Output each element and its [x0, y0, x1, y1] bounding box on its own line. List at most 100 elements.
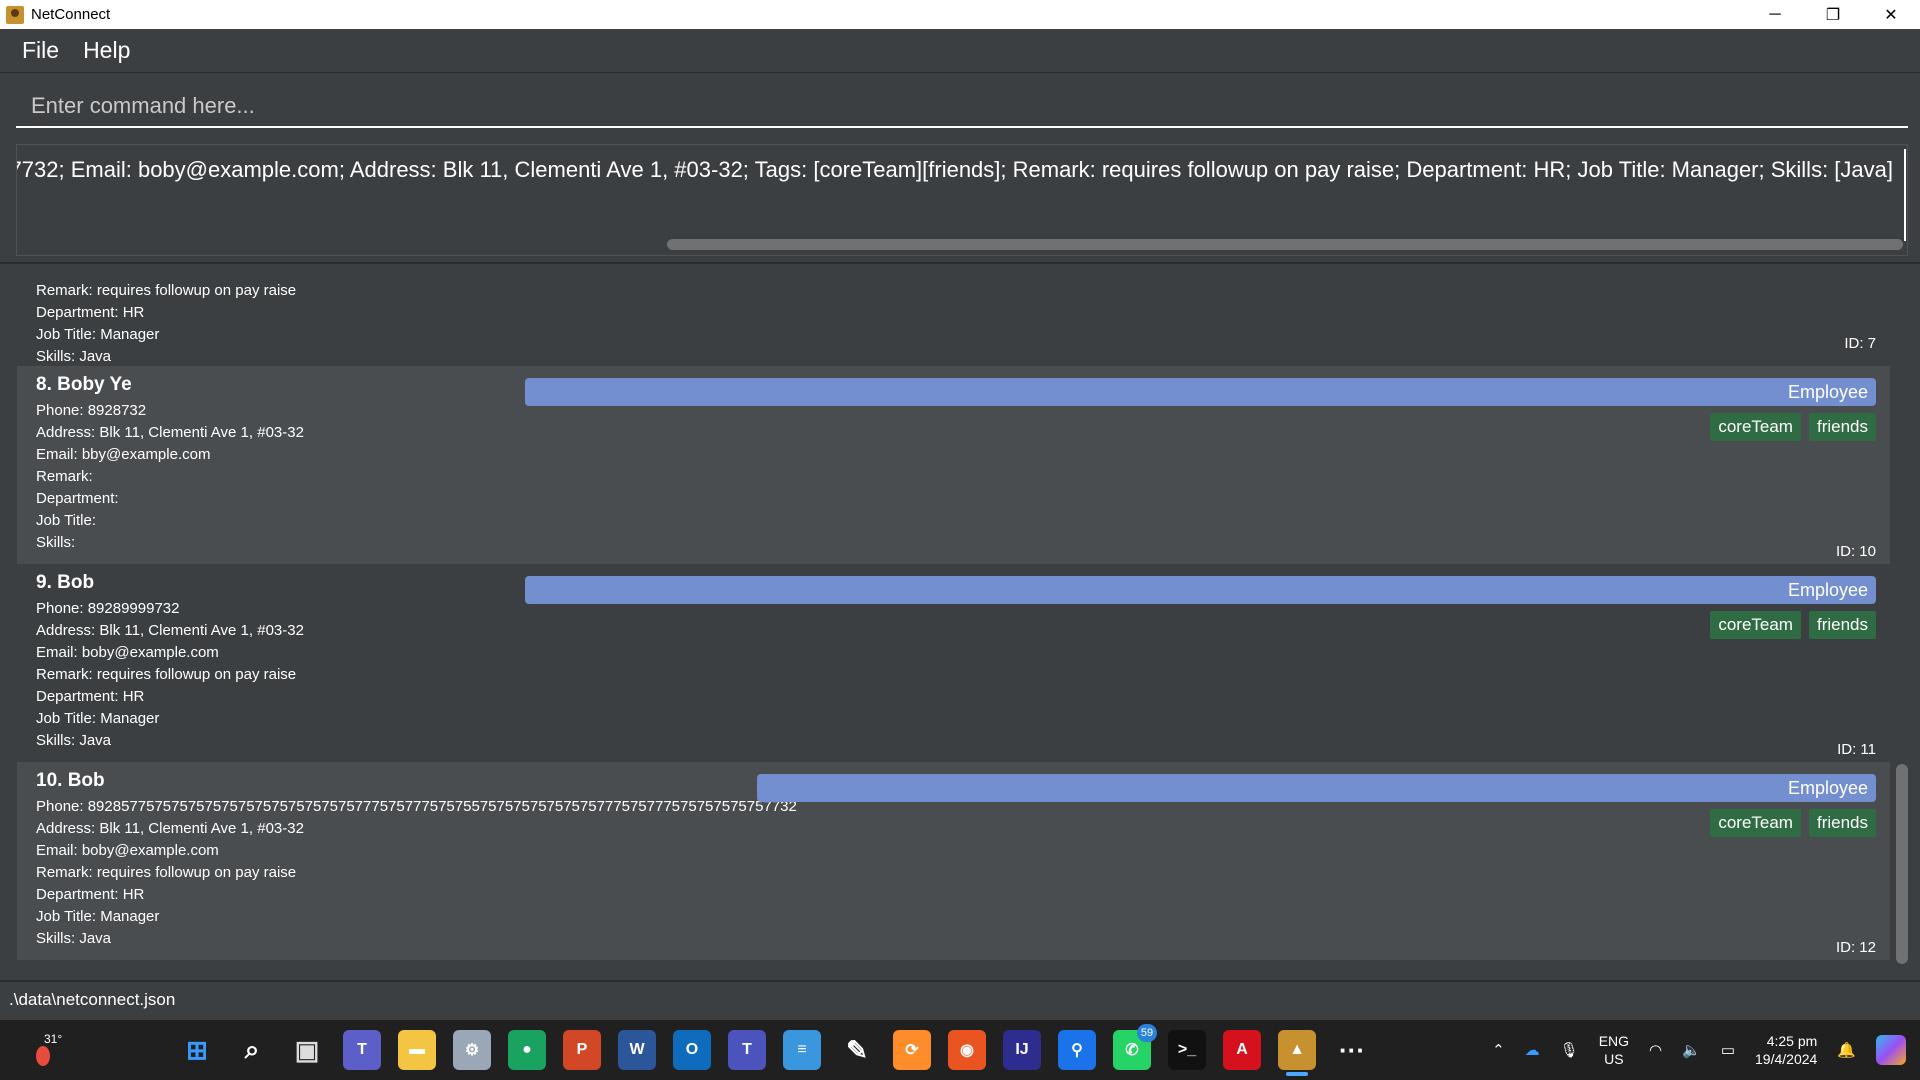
- language-indicator[interactable]: ENG US: [1599, 1032, 1629, 1068]
- microphone-icon[interactable]: 🎙: [1560, 1041, 1579, 1059]
- command-box: [0, 74, 1920, 136]
- menu-help[interactable]: Help: [83, 37, 130, 64]
- ubuntu-icon[interactable]: ◉: [948, 1030, 986, 1070]
- skills-field: Skills: Java: [36, 930, 112, 947]
- person-card[interactable]: 9. Bob Phone: 89289999732 Address: Blk 1…: [17, 564, 1890, 762]
- menu-bar: File Help: [0, 29, 1920, 73]
- start-icon[interactable]: ⊞: [178, 1030, 216, 1070]
- search-icon[interactable]: ⌕: [233, 1030, 271, 1070]
- person-id: ID: 10: [1835, 543, 1876, 560]
- person-card[interactable]: 10. Bob Phone: 8928577575757575757575757…: [17, 762, 1890, 960]
- chrome-icon[interactable]: ●: [508, 1030, 546, 1070]
- email-field: Email: bby@example.com: [36, 446, 211, 463]
- phone-field: Phone: 89289999732: [36, 600, 180, 617]
- netconnect-icon[interactable]: ▲: [1278, 1030, 1316, 1076]
- window-controls: ─ ❐ ✕: [1746, 0, 1920, 29]
- tag-friends: friends: [1808, 611, 1876, 639]
- remark-field: Remark: requires followup on pay raise: [36, 282, 297, 299]
- window-title: NetConnect: [31, 6, 111, 23]
- list-vertical-scrollbar[interactable]: [1896, 764, 1908, 964]
- person-id: ID: 11: [1837, 741, 1876, 758]
- language-code: ENG: [1598, 1033, 1630, 1049]
- phone-field: Phone: 8928732: [36, 402, 147, 419]
- person-name: 10. Bob: [36, 770, 105, 791]
- tag-friends: friends: [1808, 413, 1876, 441]
- more-apps-icon[interactable]: ···: [1333, 1030, 1371, 1070]
- restore-button[interactable]: ❐: [1804, 0, 1862, 29]
- copilot-icon[interactable]: [1876, 1035, 1906, 1065]
- task-view-icon[interactable]: ▣: [288, 1030, 326, 1070]
- notification-badge: 59: [1137, 1024, 1157, 1042]
- department-field: Department: HR: [36, 304, 145, 321]
- weather-icon[interactable]: 31°: [30, 1032, 62, 1068]
- skills-field: Skills: Java: [36, 348, 112, 365]
- netconnect-glyph: ▲: [1289, 1041, 1305, 1058]
- sync-icon[interactable]: ⟳: [893, 1030, 931, 1070]
- system-tray: ⌃ ☁ 🎙 ENG US ◠ 🔈 ▭ 4:25 pm 19/4/2024 🔔: [1482, 1020, 1920, 1080]
- person-card[interactable]: 8. Boby Ye Phone: 8928732 Address: Blk 1…: [17, 366, 1890, 564]
- terminal-icon[interactable]: >_: [1168, 1030, 1206, 1070]
- remark-field: Remark:: [36, 468, 93, 485]
- teams-icon[interactable]: T: [343, 1030, 381, 1070]
- teams-new-icon[interactable]: T: [728, 1030, 766, 1070]
- person-card-details: Remark: requires followup on pay raise D…: [36, 280, 296, 368]
- active-app-indicator: [1286, 1072, 1308, 1076]
- battery-icon[interactable]: ▭: [1721, 1041, 1735, 1059]
- result-text: 77575775757575757732; Email: boby@exampl…: [16, 157, 1893, 182]
- address-field: Address: Blk 11, Clementi Ave 1, #03-32: [36, 424, 304, 441]
- acrobat-icon[interactable]: A: [1223, 1030, 1261, 1070]
- phone-field: Phone: 892857757575757575757575757575757…: [36, 798, 797, 815]
- tag-coreteam: coreTeam: [1710, 413, 1801, 441]
- job-title-field: Job Title: Manager: [36, 710, 160, 727]
- tag-coreteam: coreTeam: [1710, 809, 1801, 837]
- clock[interactable]: 4:25 pm 19/4/2024: [1755, 1032, 1817, 1068]
- onedrive-icon[interactable]: ☁: [1525, 1041, 1540, 1059]
- notepad-icon[interactable]: ≡: [783, 1030, 821, 1070]
- result-display[interactable]: 77575775757575757732; Email: boby@exampl…: [16, 144, 1908, 256]
- maps-icon[interactable]: ⚲: [1058, 1030, 1096, 1070]
- result-horizontal-scrollbar[interactable]: [17, 237, 1907, 251]
- intellij-icon[interactable]: IJ: [1003, 1030, 1041, 1070]
- title-bar: NetConnect ─ ❐ ✕: [0, 0, 1920, 29]
- person-card-details: 9. Bob Phone: 89289999732 Address: Blk 1…: [36, 572, 304, 752]
- address-field: Address: Blk 11, Clementi Ave 1, #03-32: [36, 622, 304, 639]
- outlook-icon[interactable]: O: [673, 1030, 711, 1070]
- job-title-field: Job Title: Manager: [36, 326, 160, 343]
- result-scroll-thumb[interactable]: [667, 239, 1903, 250]
- person-name: 8. Boby Ye: [36, 374, 132, 395]
- volume-icon[interactable]: 🔈: [1682, 1041, 1701, 1059]
- whatsapp-icon[interactable]: ✆ 59: [1113, 1024, 1157, 1070]
- skills-field: Skills: Java: [36, 732, 112, 749]
- terminal-glyph: >_: [1177, 1041, 1197, 1058]
- minimize-button[interactable]: ─: [1746, 0, 1804, 29]
- role-badge: Employee: [525, 576, 1876, 604]
- skills-field: Skills:: [36, 534, 76, 551]
- role-badge: Employee: [757, 774, 1876, 802]
- command-input[interactable]: [16, 86, 1908, 128]
- person-list[interactable]: Remark: requires followup on pay raise D…: [17, 278, 1890, 968]
- person-card[interactable]: Remark: requires followup on pay raise D…: [17, 278, 1890, 365]
- word-icon[interactable]: W: [618, 1030, 656, 1070]
- word-glyph: W: [629, 1041, 645, 1058]
- department-field: Department: HR: [36, 886, 145, 903]
- wifi-icon[interactable]: ◠: [1649, 1041, 1662, 1059]
- file-explorer-icon[interactable]: ▬: [398, 1030, 436, 1070]
- weather-temperature: 31°: [44, 1032, 63, 1046]
- taskbar-apps: ⊞ ⌕ ▣ T ▬ ⚙ ● P W O T ≡ ✎ ⟳ ◉ IJ ⚲ ✆ 59 >_ A ▲ ···: [178, 1024, 1371, 1076]
- document-icon[interactable]: ✎: [838, 1030, 876, 1070]
- notification-bell-icon[interactable]: 🔔: [1837, 1041, 1856, 1059]
- windows-taskbar: 31° ⊞ ⌕ ▣ T ▬ ⚙ ● P W O T ≡ ✎ ⟳ ◉ IJ ⚲ ✆ 59 >_ A ▲ ··· ⌃ ☁ 🎙 E…: [0, 1020, 1920, 1080]
- person-name: 9. Bob: [36, 572, 95, 593]
- job-title-field: Job Title: Manager: [36, 908, 160, 925]
- email-field: Email: boby@example.com: [36, 842, 219, 859]
- show-hidden-icons-icon[interactable]: ⌃: [1492, 1041, 1505, 1059]
- save-location: .\data\netconnect.json: [9, 990, 176, 1009]
- role-badge: Employee: [525, 378, 1876, 406]
- search-glyph: ⌕: [244, 1034, 260, 1064]
- menu-file[interactable]: File: [22, 37, 59, 64]
- close-button[interactable]: ✕: [1862, 0, 1920, 29]
- settings-icon[interactable]: ⚙: [453, 1030, 491, 1070]
- teams-new-glyph: T: [742, 1041, 752, 1058]
- file-explorer-glyph: ▬: [409, 1041, 425, 1058]
- powerpoint-icon[interactable]: P: [563, 1030, 601, 1070]
